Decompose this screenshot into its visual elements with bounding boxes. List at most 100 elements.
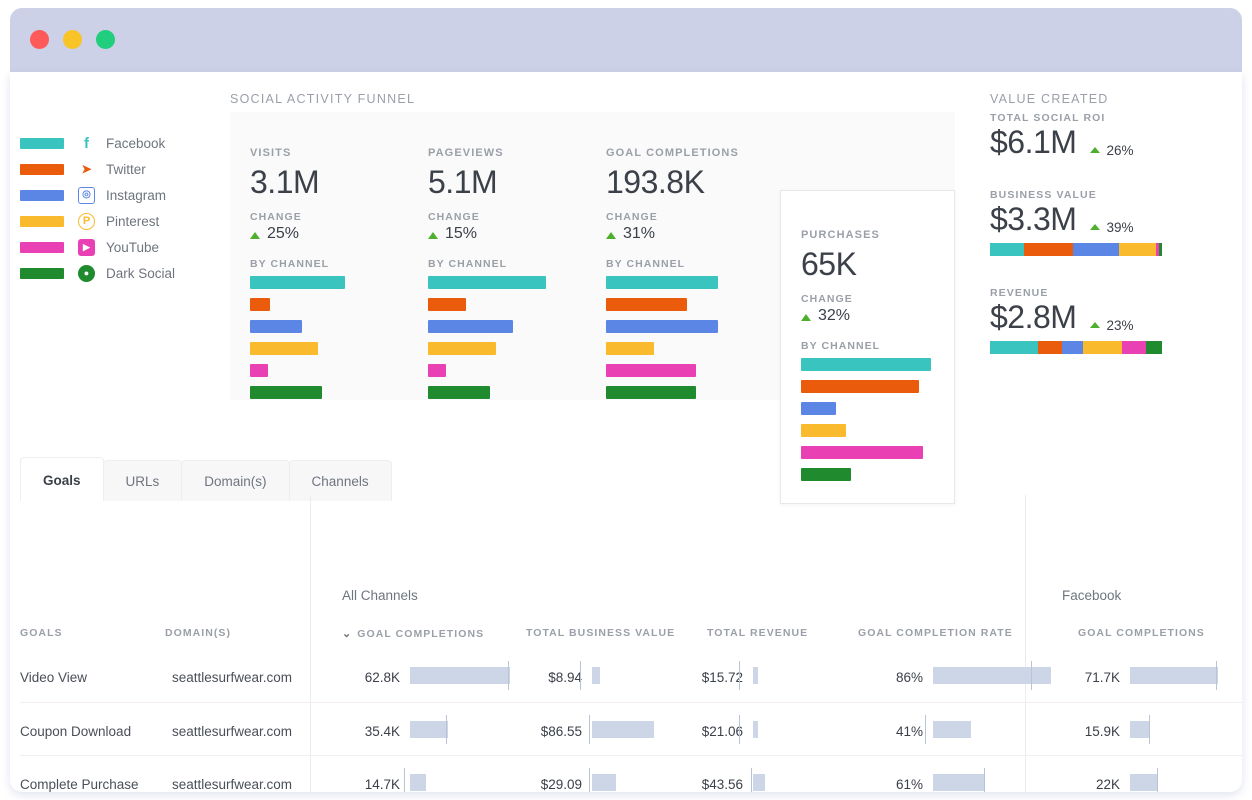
minimize-button[interactable] <box>63 30 82 49</box>
tab-urls[interactable]: URLs <box>102 460 183 501</box>
table-tabs: Goals URLs Domain(s) Channels <box>20 457 392 501</box>
funnel-card-purchases[interactable]: PURCHASES 65K CHANGE 32% BY CHANNEL <box>780 190 955 504</box>
funnel-bar-instagram <box>428 320 513 333</box>
value-metric-business-value[interactable]: BUSINESS VALUE $3.3M 39% <box>990 189 1162 256</box>
value-metric-revenue[interactable]: REVENUE $2.8M 23% <box>990 287 1162 354</box>
tab-channels[interactable]: Channels <box>288 460 392 501</box>
tab-domain-s-[interactable]: Domain(s) <box>181 460 290 501</box>
funnel-card-visits[interactable]: VISITS 3.1M CHANGE 25% BY CHANNEL <box>230 112 408 400</box>
legend-item-youtube[interactable]: ▶ YouTube <box>20 234 175 260</box>
funnel-change-value: 15% <box>445 225 478 242</box>
funnel-bar-row <box>801 358 931 380</box>
funnel-bar-youtube <box>428 364 446 377</box>
stack-segment-pinterest <box>1118 243 1156 256</box>
table-cell-fb-goal-completions: 71.7K <box>1084 670 1120 685</box>
funnel-bar-instagram <box>606 320 718 333</box>
app-window: SOCIAL ACTIVITY FUNNEL VALUE CREATED f Fa… <box>0 0 1252 800</box>
funnel-bar-row <box>428 364 546 386</box>
stack-segment-twitter <box>1038 341 1063 354</box>
funnel-bar-row <box>606 342 718 364</box>
funnel-by-channel-label: BY CHANNEL <box>428 258 508 270</box>
table-bar-goal-completions <box>410 720 448 738</box>
funnel-bar-pinterest <box>250 342 318 355</box>
funnel-change-value: 25% <box>267 225 300 242</box>
funnel-bar-row <box>250 320 345 342</box>
value-metric-change: 39% <box>1106 219 1134 235</box>
funnel-bar-row <box>250 276 345 298</box>
legend-item-facebook[interactable]: f Facebook <box>20 130 175 156</box>
column-header-fb-goal-completions[interactable]: GOAL COMPLETIONS <box>1078 627 1205 639</box>
legend-item-twitter[interactable]: ➤ Twitter <box>20 156 175 182</box>
funnel-card-goal-completions[interactable]: GOAL COMPLETIONS 193.8K CHANGE 31% BY CHANNE… <box>586 112 764 400</box>
table-bar-fb-goal-completions <box>1130 720 1150 738</box>
column-header-goal-completion-rate[interactable]: GOAL COMPLETION RATE <box>858 627 1013 639</box>
funnel-bar-facebook <box>606 276 718 289</box>
funnel-bar-twitter <box>250 298 270 311</box>
youtube-icon: ▶ <box>78 238 95 256</box>
window-titlebar <box>10 8 1242 72</box>
legend-item-label: Instagram <box>106 187 167 203</box>
table-cell-total-business-value: $29.09 <box>540 777 582 792</box>
legend-color-swatch <box>20 189 64 201</box>
stack-segment-twitter <box>1024 243 1073 256</box>
value-metric-label: REVENUE <box>990 287 1049 299</box>
value-metric-stacked-bar <box>990 243 1162 256</box>
stack-segment-youtube <box>1122 341 1147 354</box>
value-metric-stacked-bar <box>990 341 1162 354</box>
funnel-bar-row <box>606 298 718 320</box>
table-cell-goal-completions: 35.4K <box>364 723 400 739</box>
stack-segment-facebook <box>990 243 1025 256</box>
value-metric-label: TOTAL SOCIAL ROI <box>990 112 1106 124</box>
funnel-card-value: 3.1M <box>250 164 320 200</box>
funnel-bar-twitter <box>606 298 687 311</box>
legend-color-swatch <box>20 241 64 253</box>
table-cell-goal: Video View <box>20 670 88 685</box>
funnel-bar-row <box>428 276 546 298</box>
sort-descending-icon: ⌄ <box>342 628 353 640</box>
legend-item-dark-social[interactable]: ● Dark Social <box>20 260 175 286</box>
tab-goals[interactable]: Goals <box>20 457 104 501</box>
legend-color-swatch <box>20 267 64 279</box>
pinterest-icon: P <box>78 212 95 230</box>
funnel-bar-dark-social <box>801 468 851 481</box>
value-metric-delta: 26% <box>1090 143 1133 158</box>
table-bar-marker-goal-completion-rate <box>984 768 985 792</box>
column-header-total-business-value[interactable]: TOTAL BUSINESS VALUE <box>526 627 675 639</box>
column-header-goals[interactable]: GOALS <box>20 627 63 639</box>
value-metric-total-social-roi[interactable]: TOTAL SOCIAL ROI $6.1M 26% <box>990 112 1133 161</box>
funnel-bar-row <box>250 342 345 364</box>
table-bar-marker-total-revenue <box>751 768 752 792</box>
funnel-bar-twitter <box>428 298 466 311</box>
funnel-bar-youtube <box>250 364 268 377</box>
funnel-bar-row <box>428 386 546 408</box>
funnel-bar-pinterest <box>428 342 496 355</box>
table-cell-goal-completion-rate: 61% <box>895 777 923 792</box>
table-cell-goal-completion-rate: 41% <box>895 723 923 739</box>
trend-up-icon <box>606 231 616 239</box>
column-header-goal-completions[interactable]: ⌄ GOAL COMPLETIONS <box>342 627 484 640</box>
funnel-bar-dark-social <box>250 386 322 399</box>
value-metric-row: $3.3M 39% <box>990 201 1162 238</box>
funnel-bar-dark-social <box>428 386 490 399</box>
table-cell-fb-goal-completions: 15.9K <box>1084 723 1120 739</box>
maximize-button[interactable] <box>96 30 115 49</box>
funnel-change-row: 25% <box>250 225 299 243</box>
table-bar-total-business-value <box>592 720 654 738</box>
legend-item-pinterest[interactable]: P Pinterest <box>20 208 175 234</box>
funnel-bar-pinterest <box>606 342 654 355</box>
table-column-divider <box>1025 495 1026 792</box>
value-metric-delta: 39% <box>1090 220 1133 235</box>
column-header-domains[interactable]: DOMAIN(S) <box>165 627 231 639</box>
funnel-bar-row <box>801 468 931 490</box>
stack-segment-instagram <box>1062 341 1083 354</box>
legend-item-label: YouTube <box>106 239 160 255</box>
table-bar-total-revenue <box>753 774 765 791</box>
funnel-card-pageviews[interactable]: PAGEVIEWS 5.1M CHANGE 15% BY CHANNEL <box>408 112 586 400</box>
close-button[interactable] <box>30 30 49 49</box>
funnel-channel-bars <box>428 276 546 408</box>
funnel-change-row: 32% <box>801 307 850 325</box>
legend-item-instagram[interactable]: ◎ Instagram <box>20 182 175 208</box>
column-header-total-revenue[interactable]: TOTAL REVENUE <box>707 627 808 639</box>
funnel-channel-bars <box>250 276 345 408</box>
table-cell-goal: Complete Purchase <box>20 777 139 792</box>
